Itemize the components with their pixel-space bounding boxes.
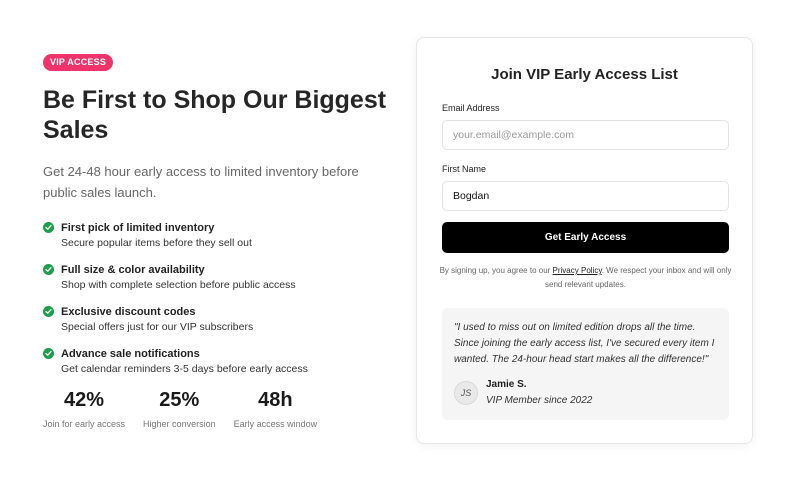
privacy-disclaimer: By signing up, you agree to our Privacy … [439, 264, 732, 292]
testimonial-quote: "I used to miss out on limited edition d… [454, 322, 715, 365]
form-title: Join VIP Early Access List [491, 66, 678, 83]
author-name: Jamie S. [486, 379, 527, 390]
check-circle-icon [43, 306, 54, 317]
stats-row: 42% Join for early access 25% Higher con… [43, 388, 335, 429]
feature-description: Secure popular items before they sell ou… [61, 237, 252, 249]
stat-value: 48h [258, 389, 293, 411]
check-circle-icon [43, 264, 54, 275]
stat-item: 48h Early access window [234, 388, 318, 429]
author-role: VIP Member since 2022 [486, 395, 593, 406]
stat-item: 25% Higher conversion [143, 388, 216, 429]
stat-value: 25% [159, 389, 200, 411]
testimonial: "I used to miss out on limited edition d… [442, 308, 729, 420]
feature-item: Full size & color availability Shop with… [43, 263, 388, 292]
feature-title: Full size & color availability [61, 264, 205, 276]
page-title: Be First to Shop Our Biggest Sales [43, 86, 387, 144]
feature-description: Special offers just for our VIP subscrib… [61, 321, 254, 333]
stat-label: Join for early access [43, 419, 126, 429]
feature-item: First pick of limited inventory Secure p… [43, 221, 388, 250]
feature-item: Advance sale notifications Get calendar … [43, 347, 388, 376]
stat-value: 42% [64, 389, 105, 411]
get-early-access-button[interactable]: Get Early Access [442, 222, 729, 253]
first-name-label: First Name [442, 164, 487, 174]
stat-item: 42% Join for early access [43, 388, 125, 429]
check-circle-icon [43, 222, 54, 233]
feature-description: Shop with complete selection before publ… [61, 279, 296, 291]
page: VIP ACCESS Be First to Shop Our Biggest … [0, 0, 800, 485]
feature-list: First pick of limited inventory Secure p… [43, 221, 388, 376]
email-label: Email Address [442, 103, 500, 113]
first-name-field[interactable] [442, 181, 729, 211]
stat-label: Early access window [233, 419, 318, 429]
vip-badge: VIP ACCESS [43, 54, 114, 71]
author-info: Jamie S. VIP Member since 2022 [486, 378, 592, 408]
disclaimer-prefix: By signing up, you agree to our [439, 266, 553, 275]
hero-section: VIP ACCESS Be First to Shop Our Biggest … [43, 52, 388, 389]
avatar: JS [454, 381, 478, 405]
feature-title: Exclusive discount codes [61, 306, 196, 318]
testimonial-author: JS Jamie S. VIP Member since 2022 [454, 378, 592, 408]
signup-card: Join VIP Early Access List Email Address… [416, 37, 753, 444]
subheadline: Get 24-48 hour early access to limited i… [43, 164, 359, 200]
feature-description: Get calendar reminders 3-5 days before e… [61, 363, 308, 375]
feature-item: Exclusive discount codes Special offers … [43, 305, 388, 334]
feature-title: Advance sale notifications [61, 348, 200, 360]
stat-label: Higher conversion [143, 419, 216, 429]
email-field[interactable] [442, 120, 729, 150]
feature-title: First pick of limited inventory [61, 222, 215, 234]
privacy-policy-link[interactable]: Privacy Policy [553, 266, 602, 275]
check-circle-icon [43, 348, 54, 359]
